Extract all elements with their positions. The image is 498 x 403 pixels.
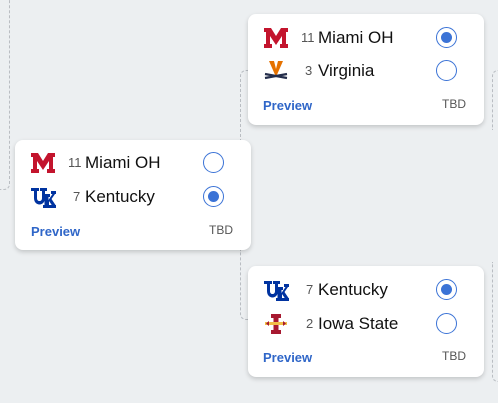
preview-link[interactable]: Preview (263, 98, 312, 113)
team-row[interactable]: 2 Iowa State (248, 307, 484, 341)
bracket-connector-right-top (492, 70, 498, 130)
pick-radio[interactable] (436, 27, 457, 48)
kentucky-logo-icon (29, 184, 57, 210)
iowa-state-logo-icon (262, 311, 290, 337)
pick-radio[interactable] (203, 186, 224, 207)
team-row[interactable]: 7 Kentucky (248, 273, 484, 307)
game-status: TBD (209, 223, 233, 237)
team-name: Kentucky (318, 280, 388, 299)
pick-radio[interactable] (436, 313, 457, 334)
team-row[interactable]: 11 Miami OH (15, 146, 251, 180)
team-name: Miami OH (85, 153, 161, 172)
virginia-logo-icon (262, 58, 290, 84)
team-row[interactable]: 3 Virginia (248, 54, 484, 88)
team-row[interactable]: 11 Miami OH (248, 21, 484, 55)
game-status: TBD (442, 349, 466, 363)
team-seed: 7 (306, 282, 314, 297)
pick-radio[interactable] (436, 60, 457, 81)
team-seed: 11 (301, 30, 315, 45)
bracket-connector-right-bottom (492, 262, 498, 382)
team-row[interactable]: 7 Kentucky (15, 180, 251, 214)
team-name: Virginia (318, 61, 375, 80)
pick-radio[interactable] (436, 279, 457, 300)
team-name: Miami OH (318, 28, 394, 47)
team-name: Iowa State (318, 314, 399, 333)
team-seed: 2 (306, 316, 314, 331)
bracket-connector-top-left (0, 0, 10, 190)
pick-radio[interactable] (203, 152, 224, 173)
kentucky-logo-icon (262, 277, 290, 303)
team-seed: 3 (305, 63, 313, 78)
team-name: Kentucky (85, 187, 155, 206)
preview-link[interactable]: Preview (263, 350, 312, 365)
matchup-card-miami-kentucky: 11 Miami OH 7 Kentucky Preview TBD (15, 140, 251, 250)
miami-oh-logo-icon (29, 150, 57, 176)
game-status: TBD (442, 97, 466, 111)
preview-link[interactable]: Preview (31, 224, 80, 239)
team-seed: 11 (68, 155, 82, 170)
miami-oh-logo-icon (262, 25, 290, 51)
team-seed: 7 (73, 189, 81, 204)
matchup-card-miami-virginia: 11 Miami OH 3 Virginia Preview TBD (248, 14, 484, 125)
matchup-card-kentucky-iowa-state: 7 Kentucky 2 Iowa State Preview TBD (248, 266, 484, 377)
